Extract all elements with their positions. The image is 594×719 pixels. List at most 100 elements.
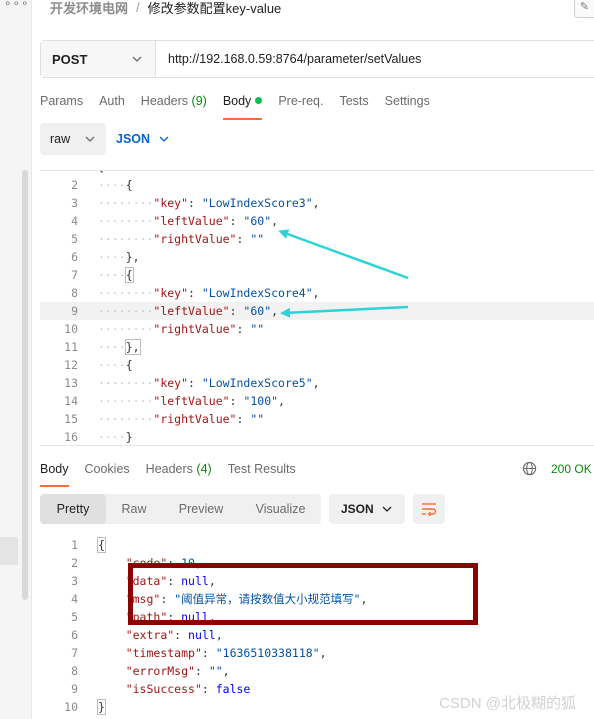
indent-guide: ········ bbox=[98, 322, 154, 336]
line-number: 9 bbox=[71, 682, 78, 696]
chevron-down-icon bbox=[132, 56, 142, 62]
body-type-label: raw bbox=[50, 132, 71, 146]
view-visualize-button[interactable]: Visualize bbox=[240, 494, 321, 524]
language-select[interactable]: JSON bbox=[116, 132, 170, 146]
tab-response-headers[interactable]: Headers (4) bbox=[146, 462, 212, 484]
code-text: { bbox=[97, 536, 106, 554]
json-punct: : bbox=[236, 232, 251, 246]
code-text: ········"key": "LowIndexScore5", bbox=[98, 374, 320, 392]
code-text: "isSuccess": false bbox=[98, 680, 251, 698]
sidebar-selection bbox=[0, 537, 18, 565]
json-bracket: }, bbox=[124, 339, 141, 355]
line-number: 7 bbox=[71, 646, 78, 660]
json-key: "key" bbox=[153, 376, 189, 390]
more-icon[interactable]: ∘∘∘ bbox=[4, 0, 30, 10]
code-text: ····}, bbox=[98, 248, 140, 266]
json-string: "" bbox=[250, 412, 265, 426]
tab-body[interactable]: Body bbox=[222, 94, 263, 120]
indent-guide: ········ bbox=[98, 412, 154, 426]
indent-guide bbox=[98, 682, 126, 696]
code-line: 8 ········"key": "LowIndexScore4", bbox=[40, 284, 594, 302]
request-body-editor[interactable]: 1[2····{3········"key": "LowIndexScore3"… bbox=[40, 170, 594, 446]
request-name[interactable]: 修改参数配置key-value bbox=[148, 0, 282, 17]
tab-label: Settings bbox=[384, 94, 430, 108]
json-punct: , bbox=[271, 304, 279, 318]
line-number: 4 bbox=[71, 214, 78, 228]
view-raw-button[interactable]: Raw bbox=[106, 494, 162, 524]
json-key: "isSuccess" bbox=[125, 682, 202, 696]
json-punct: : bbox=[167, 556, 182, 570]
tab-headers[interactable]: Headers (9) bbox=[141, 94, 207, 118]
line-number: 8 bbox=[71, 664, 78, 678]
tab-params[interactable]: Params bbox=[40, 94, 83, 118]
indent-guide bbox=[98, 574, 126, 588]
tab-response-body[interactable]: Body bbox=[40, 462, 69, 487]
app-left-gutter: ∘∘∘ bbox=[0, 0, 32, 719]
response-format-select[interactable]: JSON bbox=[329, 494, 405, 524]
json-string: "100" bbox=[243, 394, 279, 408]
line-number: 15 bbox=[64, 412, 78, 426]
json-punct: , bbox=[312, 286, 320, 300]
code-line: 10 ········"rightValue": "" bbox=[40, 320, 594, 338]
code-text: ····{ bbox=[98, 176, 133, 194]
json-bracket: } bbox=[97, 699, 106, 715]
tab-pre-request[interactable]: Pre-req. bbox=[278, 94, 323, 118]
format-label: JSON bbox=[341, 502, 374, 516]
tab-auth[interactable]: Auth bbox=[99, 94, 125, 118]
view-preview-button[interactable]: Preview bbox=[162, 494, 240, 524]
json-bracket: } bbox=[125, 430, 133, 444]
tab-settings[interactable]: Settings bbox=[385, 94, 430, 118]
json-punct: , bbox=[208, 610, 216, 624]
json-key: "key" bbox=[153, 286, 189, 300]
code-line: 11 ····}, bbox=[40, 338, 594, 356]
line-number: 13 bbox=[64, 376, 78, 390]
method-select[interactable]: POST bbox=[41, 41, 156, 77]
line-number: 9 bbox=[71, 304, 78, 318]
tab-cookies[interactable]: Cookies bbox=[85, 462, 130, 484]
url-input[interactable]: http://192.168.0.59:8764/parameter/setVa… bbox=[156, 41, 594, 77]
tab-count: (4) bbox=[196, 462, 212, 476]
chevron-down-icon bbox=[85, 136, 95, 142]
tab-label: Headers bbox=[140, 94, 189, 108]
tab-count: (9) bbox=[191, 94, 207, 108]
json-bracket: [ bbox=[98, 171, 105, 174]
line-number: 8 bbox=[71, 286, 78, 300]
edit-icon[interactable]: ✎ bbox=[574, 0, 594, 18]
json-punct: , bbox=[312, 196, 320, 210]
json-string: "LowIndexScore4" bbox=[201, 286, 313, 300]
line-number: 10 bbox=[64, 700, 78, 714]
body-type-select[interactable]: raw bbox=[40, 123, 106, 155]
json-string: "1636510338118" bbox=[215, 646, 320, 660]
indent-guide bbox=[98, 646, 126, 660]
json-literal: null bbox=[181, 574, 209, 588]
code-line: 15 ········"rightValue": "" bbox=[40, 410, 594, 428]
wrap-lines-button[interactable] bbox=[413, 494, 445, 524]
json-punct: : bbox=[160, 592, 175, 606]
json-punct: , bbox=[215, 628, 223, 642]
code-text: "path": null, bbox=[98, 608, 216, 626]
view-pretty-button[interactable]: Pretty bbox=[40, 494, 106, 524]
code-text: "extra": null, bbox=[98, 626, 223, 644]
tab-test-results[interactable]: Test Results bbox=[228, 462, 296, 484]
json-key: "leftValue" bbox=[153, 304, 230, 318]
indent-guide: ···· bbox=[98, 430, 126, 444]
breadcrumb-collection[interactable]: 开发环境电网 bbox=[50, 0, 128, 17]
json-punct: : bbox=[188, 196, 202, 210]
code-line: 3 ········"key": "LowIndexScore3", bbox=[40, 194, 594, 212]
response-status: 200 OK bbox=[522, 461, 592, 476]
tab-label: Headers bbox=[145, 462, 193, 476]
response-tabs: Body Cookies Headers (4) Test Results bbox=[40, 462, 312, 487]
json-key: "path" bbox=[125, 610, 168, 624]
code-line: 2 "code": 10, bbox=[40, 554, 594, 572]
json-punct: : bbox=[167, 574, 182, 588]
json-string: "阈值异常，请按数值大小规范填写" bbox=[174, 592, 361, 606]
json-punct: : bbox=[194, 664, 209, 678]
globe-icon[interactable] bbox=[522, 461, 537, 476]
scrollbar[interactable] bbox=[22, 170, 28, 600]
code-line: 7 "timestamp": "1636510338118", bbox=[40, 644, 594, 662]
indent-guide: ···· bbox=[98, 268, 126, 282]
line-number: 5 bbox=[71, 610, 78, 624]
tab-tests[interactable]: Tests bbox=[339, 94, 368, 118]
chevron-down-icon bbox=[159, 136, 169, 142]
line-number: 7 bbox=[71, 268, 78, 282]
